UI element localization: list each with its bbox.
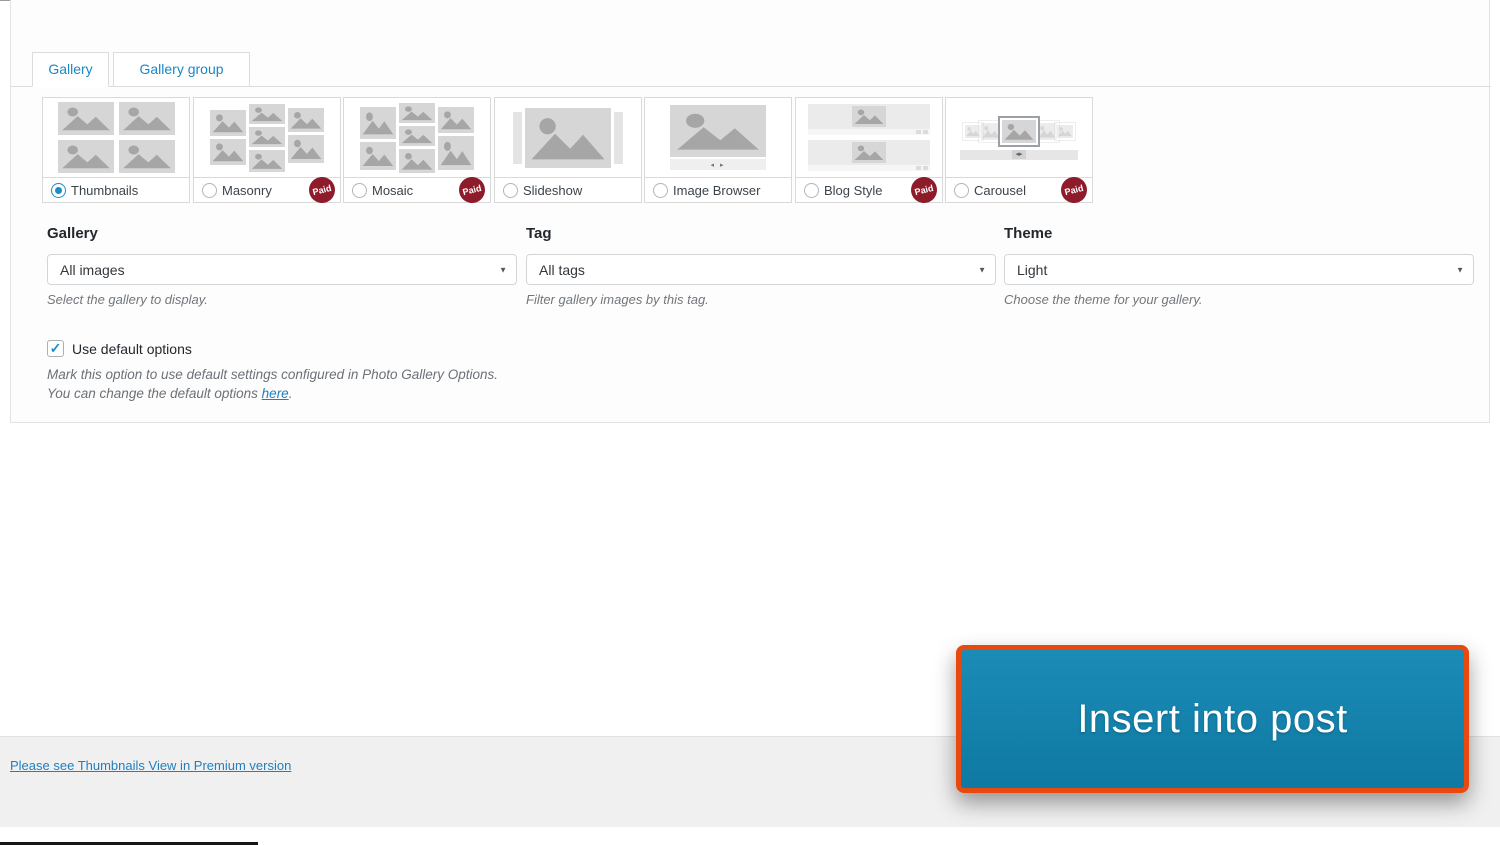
image-browser-preview-icon: ◂ ▸ [645,98,791,177]
paid-badge: Paid [306,174,338,206]
pager-arrows-icon: ◂ ▸ [710,161,726,169]
view-type-label: Carousel [974,182,1027,198]
use-default-options-checkbox[interactable]: ✓ [47,340,64,357]
view-type-list: Thumbnails Masonry Paid Mosaic Paid Slid… [32,97,1492,206]
radio-slideshow[interactable] [503,182,518,198]
chevron-down-icon: ▼ [1456,265,1464,274]
insert-gallery-dialog: Gallery Gallery group Thumbnails Masonry… [10,0,1492,423]
gallery-select-value: All images [60,261,125,278]
tag-select-value: All tags [539,261,585,278]
tab-gallery-label: Gallery [48,61,93,77]
mosaic-preview-icon [344,98,490,177]
blog-style-preview-icon [796,98,942,177]
help-line2-prefix: You can change the default options [47,386,262,401]
theme-field-help: Choose the theme for your gallery. [1004,292,1203,307]
default-options-help-line2: You can change the default options here. [47,384,947,403]
help-line2-suffix: . [288,386,293,401]
chevron-down-icon: ▼ [978,265,986,274]
view-type-card-masonry[interactable]: Masonry Paid [193,97,341,206]
tag-field-label: Tag [526,225,552,242]
carousel-arrows-icon: ◂▸ [1012,150,1026,159]
view-type-card-mosaic[interactable]: Mosaic Paid [343,97,491,206]
view-type-label: Masonry [222,182,272,198]
radio-carousel[interactable] [954,182,969,198]
view-type-label: Slideshow [523,182,583,198]
radio-thumbnails[interactable] [51,182,66,198]
view-type-label: Blog Style [824,182,883,198]
view-type-card-image-browser[interactable]: ◂ ▸ Image Browser [644,97,792,203]
tag-field: Tag All tags ▼ Filter gallery images by … [526,225,996,307]
tag-field-help: Filter gallery images by this tag. [526,292,709,307]
check-icon: ✓ [49,340,62,356]
paid-badge: Paid [908,174,940,206]
slideshow-preview-icon [495,98,641,177]
insert-into-post-button[interactable]: Insert into post [956,645,1469,793]
use-default-options-label: Use default options [72,340,192,357]
premium-version-link[interactable]: Please see Thumbnails View in Premium ve… [10,758,291,773]
paid-badge: Paid [456,174,488,206]
view-type-card-slideshow[interactable]: Slideshow [494,97,642,203]
view-type-label: Image Browser [673,182,761,198]
view-type-label: Mosaic [372,182,414,198]
paid-badge: Paid [1058,174,1090,206]
theme-select-value: Light [1017,261,1048,278]
theme-select[interactable]: Light ▼ [1004,254,1474,285]
theme-field: Theme Light ▼ Choose the theme for your … [1004,225,1474,307]
use-default-options-row[interactable]: ✓ Use default options [47,340,947,357]
gallery-field-label: Gallery [47,225,98,242]
tag-select[interactable]: All tags ▼ [526,254,996,285]
theme-field-label: Theme [1004,225,1053,242]
change-defaults-link[interactable]: here [262,386,289,401]
gallery-select[interactable]: All images ▼ [47,254,517,285]
radio-mosaic[interactable] [352,182,367,198]
radio-blog-style[interactable] [804,182,819,198]
tab-gallery[interactable]: Gallery [32,52,109,87]
insert-into-post-label: Insert into post [1077,696,1348,741]
view-type-card-thumbnails[interactable]: Thumbnails [42,97,190,203]
default-options-help-line1: Mark this option to use default settings… [47,367,498,382]
default-options-section: ✓ Use default options Mark this option t… [47,340,947,403]
gallery-field-help: Select the gallery to display. [47,292,208,307]
chevron-down-icon: ▼ [499,265,507,274]
tab-gallery-group-label: Gallery group [139,61,224,77]
gallery-field: Gallery All images ▼ Select the gallery … [47,225,517,307]
masonry-preview-icon [194,98,340,177]
view-type-card-blog-style[interactable]: Blog Style Paid [795,97,943,206]
tab-gallery-group[interactable]: Gallery group [113,52,250,87]
radio-image-browser[interactable] [653,182,668,198]
view-type-label: Thumbnails [71,182,139,198]
view-type-card-carousel[interactable]: ◂▸ Carousel Paid [945,97,1093,206]
thumbnails-preview-icon [43,98,189,177]
radio-masonry[interactable] [202,182,217,198]
carousel-preview-icon: ◂▸ [946,98,1092,177]
